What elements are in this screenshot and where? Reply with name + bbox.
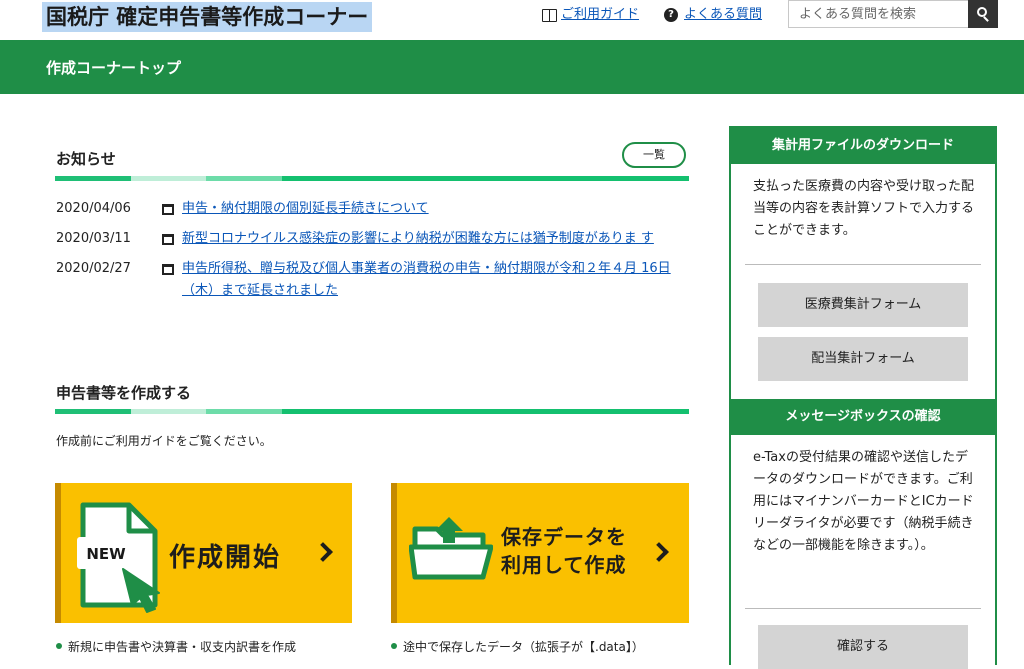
faq-search-input[interactable]	[788, 0, 968, 28]
news-link[interactable]: 申告所得税、贈与税及び個人事業者の消費税の申告・納付期限が令和２年４月 16日（…	[182, 258, 686, 302]
site-header: 国税庁 確定申告書等作成コーナー ご利用ガイド ? よくある質問	[0, 0, 1024, 40]
question-circle-icon: ?	[664, 8, 678, 22]
start-new-label: 作成開始	[169, 543, 282, 573]
news-date: 2020/02/27	[56, 261, 131, 276]
download-heading: 集計用ファイルのダウンロード	[731, 128, 995, 164]
news-link[interactable]: 新型コロナウイルス感染症の影響により納税が困難な方には猶予制度がありま す	[182, 228, 654, 250]
news-heading: お知らせ	[56, 150, 116, 168]
news-divider	[55, 176, 689, 181]
saved-data-caption: 途中で保存したデータ（拡張子が【.data】）	[391, 638, 644, 655]
guide-link-group[interactable]: ご利用ガイド	[541, 6, 639, 24]
nav-top-link[interactable]: 作成コーナートップ	[46, 57, 181, 78]
new-document-icon: NEW	[77, 502, 160, 613]
new-badge-text: NEW	[86, 545, 126, 563]
messagebox-heading: メッセージボックスの確認	[731, 399, 995, 435]
site-title[interactable]: 国税庁 確定申告書等作成コーナー	[42, 2, 373, 32]
chevron-right-icon	[649, 542, 669, 562]
download-description: 支払った医療費の内容や受け取った配当等の内容を表計算ソフトで入力することができま…	[753, 179, 975, 238]
dividend-form-button[interactable]: 配当集計フォーム	[758, 337, 968, 381]
create-divider	[55, 409, 689, 414]
create-heading: 申告書等を作成する	[56, 384, 192, 402]
right-sidebar: 集計用ファイルのダウンロード 支払った医療費の内容や受け取った配当等の内容を表計…	[729, 126, 997, 669]
news-date: 2020/03/11	[56, 231, 131, 246]
news-all-button[interactable]: 一覧	[622, 142, 686, 168]
folder-upload-icon	[409, 517, 493, 580]
use-saved-data-card[interactable]: 保存データを 利用して作成	[391, 483, 689, 623]
news-item: 2020/03/11 新型コロナウイルス感染症の影響により納税が困難な方には猶予…	[56, 228, 686, 250]
top-navbar: 作成コーナートップ	[0, 40, 1024, 94]
window-icon	[162, 204, 174, 215]
faq-link-group[interactable]: ? よくある質問	[664, 6, 762, 24]
divider	[745, 264, 981, 265]
window-icon	[162, 264, 174, 275]
news-date: 2020/04/06	[56, 201, 131, 216]
faq-link[interactable]: よくある質問	[684, 6, 762, 24]
search-icon	[977, 7, 987, 17]
bullet-icon	[56, 643, 62, 649]
use-saved-data-label: 保存データを 利用して作成	[501, 525, 627, 577]
guide-link[interactable]: ご利用ガイド	[561, 6, 639, 24]
divider	[745, 608, 981, 609]
medical-expense-form-button[interactable]: 医療費集計フォーム	[758, 283, 968, 327]
news-list: 2020/04/06 申告・納付期限の個別延長手続きについて 2020/03/1…	[56, 198, 686, 310]
news-item: 2020/04/06 申告・納付期限の個別延長手続きについて	[56, 198, 686, 220]
search-button[interactable]	[968, 0, 998, 28]
bullet-icon	[391, 643, 397, 649]
book-icon	[541, 8, 557, 22]
news-link[interactable]: 申告・納付期限の個別延長手続きについて	[182, 198, 429, 220]
window-icon	[162, 234, 174, 245]
news-item: 2020/02/27 申告所得税、贈与税及び個人事業者の消費税の申告・納付期限が…	[56, 258, 686, 302]
start-new-card[interactable]: NEW 作成開始	[55, 483, 352, 623]
messagebox-confirm-button[interactable]: 確認する	[758, 625, 968, 669]
messagebox-description: e-Taxの受付結果の確認や送信したデータのダウンロードができます。ご利用にはマ…	[753, 450, 974, 553]
start-new-caption: 新規に申告書や決算書・収支内訳書を作成	[56, 638, 296, 655]
chevron-right-icon	[313, 542, 333, 562]
create-note: 作成前にご利用ガイドをご覧ください。	[56, 434, 272, 448]
